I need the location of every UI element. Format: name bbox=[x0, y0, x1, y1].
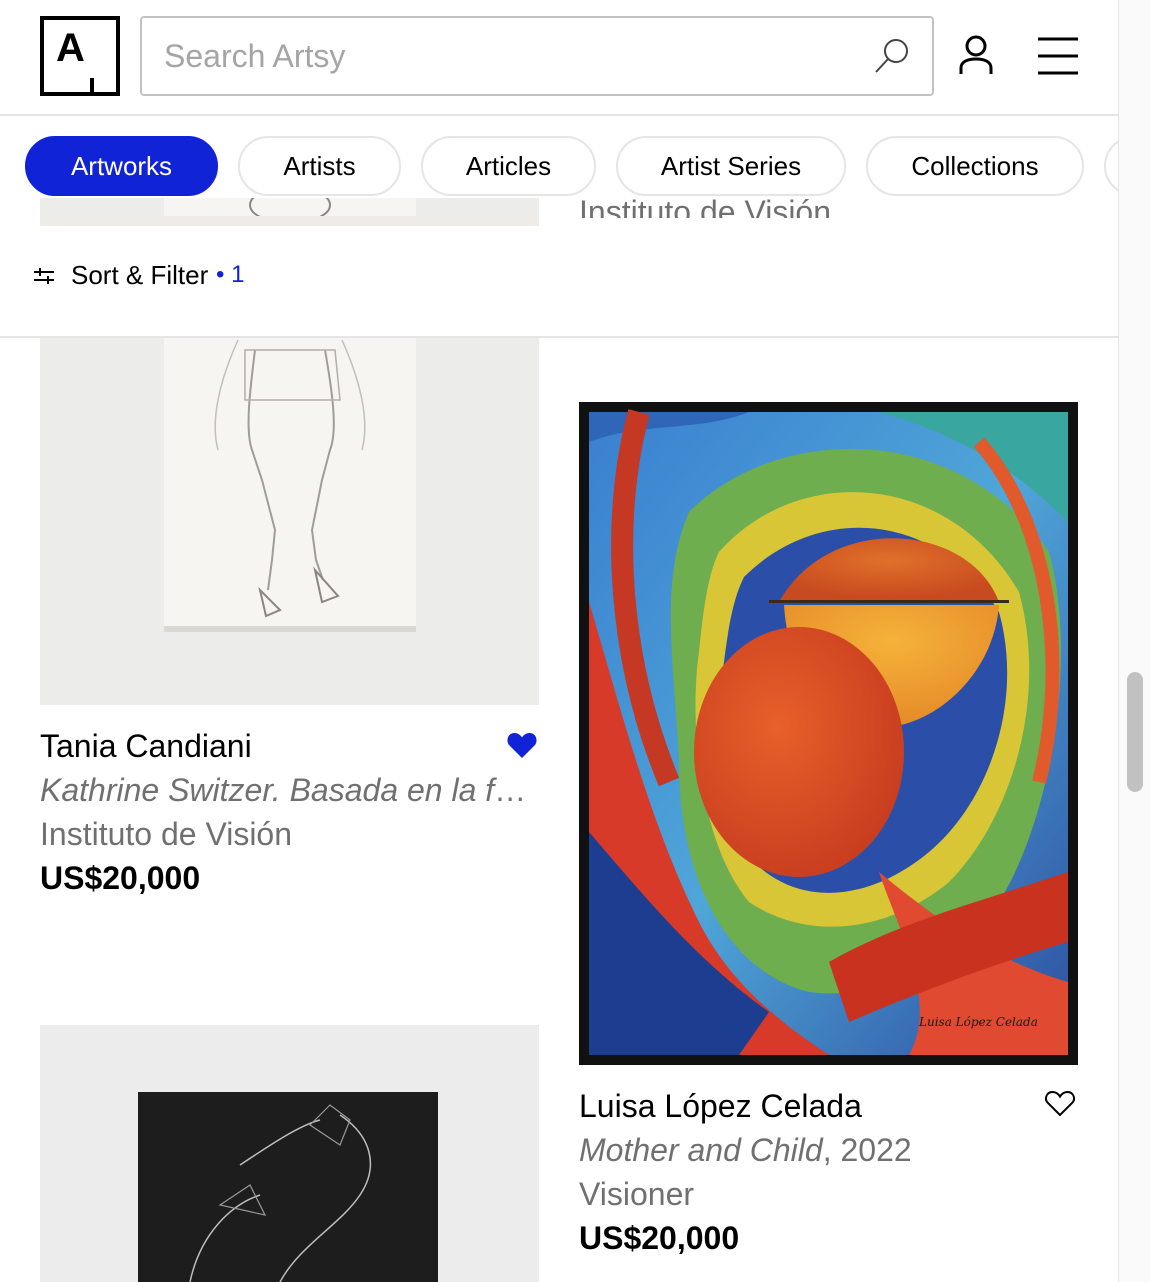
user-icon[interactable] bbox=[956, 34, 996, 76]
logo-letter: A bbox=[56, 26, 85, 70]
sort-filter-label: Sort & Filter bbox=[71, 260, 209, 290]
tab-more-partial[interactable] bbox=[1104, 136, 1118, 196]
artwork-image-mother-and-child[interactable]: Luisa López Celada bbox=[579, 402, 1078, 1065]
artwork-image-dark-canvas[interactable] bbox=[40, 1025, 539, 1282]
artwork-card-meta[interactable]: Luisa López Celada Mother and Child, 202… bbox=[579, 1084, 1079, 1260]
site-header: A bbox=[0, 0, 1118, 116]
sliders-icon bbox=[34, 268, 54, 284]
dark-canvas-artwork bbox=[40, 1025, 539, 1282]
abstract-painting: Luisa López Celada bbox=[579, 402, 1078, 1065]
tab-label: Artist Series bbox=[660, 150, 802, 181]
menu-icon[interactable] bbox=[1038, 36, 1078, 76]
tab-label: Artists bbox=[283, 150, 356, 181]
heart-filled-icon[interactable] bbox=[506, 730, 538, 760]
tab-label: Collections bbox=[911, 150, 1039, 181]
search-result-tabs: Artworks Artists Articles Artist Series … bbox=[0, 118, 1118, 198]
artsy-logo[interactable]: A bbox=[40, 16, 120, 96]
artwork-price: US$20,000 bbox=[579, 1220, 740, 1256]
filter-count-badge: • 1 bbox=[216, 261, 245, 288]
heart-outline-icon[interactable] bbox=[1044, 1088, 1076, 1118]
page-scrollbar[interactable] bbox=[1118, 0, 1150, 1282]
search-icon[interactable] bbox=[872, 36, 912, 76]
search-box bbox=[140, 16, 934, 96]
tab-label: Artworks bbox=[70, 150, 173, 181]
scrollbar-thumb[interactable] bbox=[1127, 672, 1143, 792]
artwork-title[interactable]: Mother and Child, 2022 bbox=[579, 1128, 1079, 1172]
sort-filter-button[interactable]: Sort & Filter • 1 bbox=[20, 244, 260, 308]
scrolled-image-edge bbox=[40, 216, 539, 226]
artwork-partner[interactable]: Visioner bbox=[579, 1172, 1079, 1216]
artwork-title[interactable]: Kathrine Switzer. Basada en la fot... bbox=[40, 768, 540, 812]
artist-signature: Luisa López Celada bbox=[918, 1015, 1038, 1029]
tab-collections[interactable]: Collections bbox=[866, 136, 1084, 196]
tab-articles[interactable]: Articles bbox=[421, 136, 596, 196]
tab-label: Articles bbox=[465, 150, 552, 181]
artwork-artist-name[interactable]: Luisa López Celada bbox=[579, 1084, 1079, 1128]
tab-artworks[interactable]: Artworks bbox=[25, 136, 218, 196]
tab-artists[interactable]: Artists bbox=[238, 136, 401, 196]
tab-artist-series[interactable]: Artist Series bbox=[616, 136, 846, 196]
artwork-card-meta[interactable]: Tania Candiani Kathrine Switzer. Basada … bbox=[40, 724, 540, 900]
sort-filter-bar: Instituto de Visión Sort & Filter • 1 bbox=[0, 194, 1118, 338]
artwork-artist-name[interactable]: Tania Candiani bbox=[40, 724, 540, 768]
search-input[interactable] bbox=[162, 32, 852, 80]
artwork-price: US$20,000 bbox=[40, 860, 201, 896]
logo-corner bbox=[90, 78, 104, 92]
artwork-partner[interactable]: Instituto de Visión bbox=[40, 812, 540, 856]
